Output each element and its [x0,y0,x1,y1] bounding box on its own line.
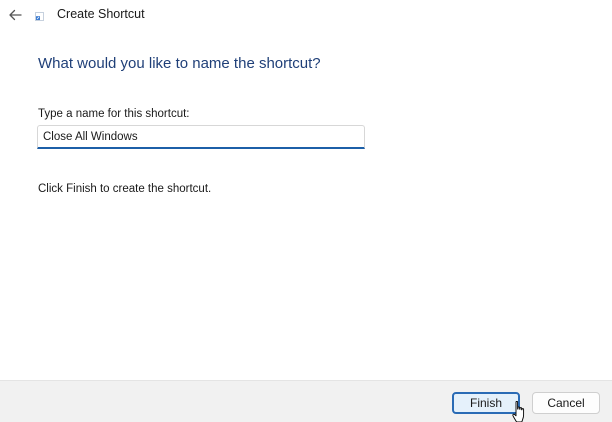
cancel-button[interactable]: Cancel [532,392,600,414]
arrow-left-icon [9,9,22,21]
window-title: Create Shortcut [57,7,145,21]
dialog-footer: Finish Cancel [0,380,612,422]
finish-button[interactable]: Finish [452,392,520,414]
back-button[interactable] [4,4,26,26]
shortcut-name-input[interactable] [37,125,365,149]
titlebar: Create Shortcut [0,0,612,30]
shortcut-name-label: Type a name for this shortcut: [38,108,190,120]
create-shortcut-window: Create Shortcut What would you like to n… [0,0,612,422]
finish-instruction-text: Click Finish to create the shortcut. [38,183,212,195]
shortcut-app-icon [35,12,44,21]
page-heading: What would you like to name the shortcut… [38,55,321,72]
